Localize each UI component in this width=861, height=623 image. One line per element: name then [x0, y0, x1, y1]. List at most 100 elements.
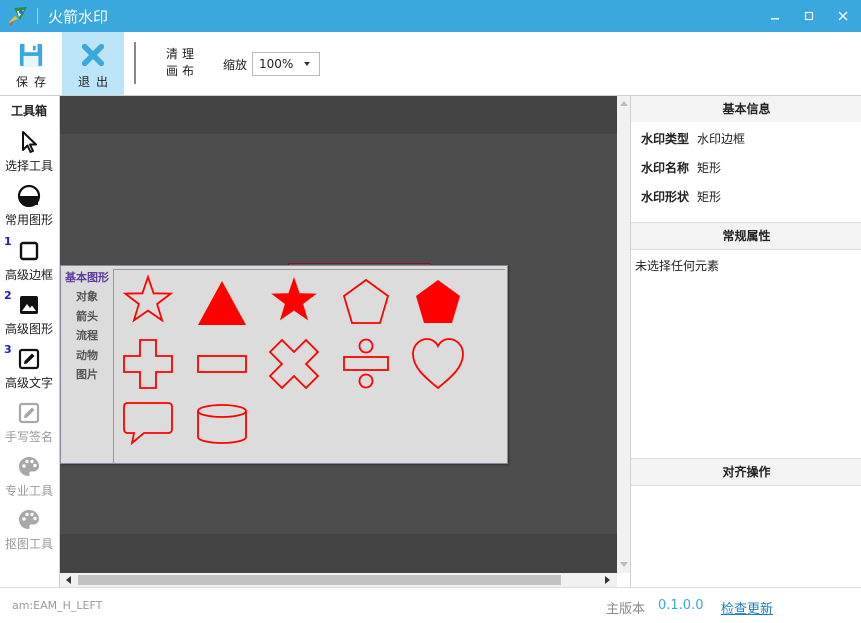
canvas-margin-bottom	[60, 534, 617, 573]
triangle-filled-icon[interactable]	[194, 273, 250, 329]
prop-label: 水印形状	[641, 190, 690, 204]
clear-canvas-label-1: 清理	[165, 47, 198, 61]
palette-icon	[19, 457, 39, 476]
scroll-right-icon[interactable]	[605, 576, 610, 584]
palette-icon	[19, 510, 39, 529]
toolbar: 保存 退出 清理 画布 缩放 100%	[0, 32, 861, 96]
section-divider	[631, 249, 861, 250]
basic-info-header: 基本信息	[631, 96, 861, 122]
maximize-icon	[804, 11, 814, 21]
image-icon	[20, 296, 38, 314]
chevron-down-icon	[304, 62, 310, 66]
status-message: am:EAM_H_LEFT	[12, 599, 103, 612]
tool-label: 选择工具	[4, 159, 53, 173]
signature-icon	[18, 402, 40, 424]
properties-panel: 基本信息 水印类型 水印边框 水印名称 矩形 水印形状 矩形 常规属性 未选择任何元素…	[630, 96, 861, 587]
canvas-margin-top	[60, 96, 617, 134]
tool-shortcut-number: 1	[4, 235, 12, 248]
app-logo-icon	[8, 7, 27, 26]
exit-label: 退出	[77, 75, 114, 89]
category-basic-shapes[interactable]: 基本图形	[61, 269, 113, 285]
category-objects[interactable]: 对象	[61, 288, 113, 304]
save-label: 保存	[15, 75, 52, 89]
exit-button[interactable]: 退出	[62, 32, 124, 95]
window-title: 火箭水印	[48, 8, 109, 26]
section-divider	[631, 485, 861, 486]
general-properties-header: 常规属性	[631, 223, 861, 249]
save-button[interactable]: 保存	[0, 32, 62, 95]
tool-cutout[interactable]: 抠图工具	[0, 508, 58, 558]
zoom-select[interactable]: 100%	[252, 52, 320, 76]
prop-watermark-type: 水印类型 水印边框	[641, 130, 745, 147]
pentagon-filled-icon[interactable]	[410, 273, 466, 329]
tool-label: 常用图形	[4, 213, 53, 227]
prop-value: 矩形	[697, 161, 722, 175]
minimize-icon	[771, 18, 779, 20]
prop-label: 水印类型	[641, 132, 690, 146]
toolbar-divider	[134, 42, 136, 84]
status-bar: am:EAM_H_LEFT 主版本 0.1.0.0 检查更新	[0, 587, 861, 623]
cursor-icon	[22, 131, 37, 153]
tool-label: 高级图形	[4, 322, 53, 336]
star-filled-icon[interactable]	[266, 273, 322, 329]
scrollbar-thumb[interactable]	[78, 575, 561, 585]
close-button[interactable]	[832, 6, 854, 26]
clear-canvas-label-2: 画布	[165, 64, 198, 78]
minus-outline-icon[interactable]	[194, 336, 250, 392]
tool-common-shapes[interactable]: 常用图形	[0, 184, 58, 234]
zoom-label: 缩放	[223, 58, 248, 72]
tool-advanced-text[interactable]: 3 高级文字	[0, 343, 58, 397]
speech-bubble-outline-icon[interactable]	[120, 399, 176, 455]
tool-select[interactable]: 选择工具	[0, 130, 58, 180]
x-outline-icon[interactable]	[266, 336, 322, 392]
scroll-up-icon[interactable]	[620, 101, 628, 106]
cross-outline-icon[interactable]	[120, 336, 176, 392]
align-operations-header: 对齐操作	[631, 459, 861, 485]
cylinder-outline-icon[interactable]	[194, 399, 250, 455]
tool-shortcut-number: 2	[4, 289, 12, 302]
tool-handwritten-signature[interactable]: 手写签名	[0, 401, 58, 451]
divide-outline-icon[interactable]	[338, 336, 394, 392]
shape-grid	[113, 269, 505, 463]
close-icon	[838, 11, 848, 21]
scroll-down-icon[interactable]	[620, 562, 628, 567]
pentagon-outline-icon[interactable]	[338, 273, 394, 329]
clear-canvas-button[interactable]: 清理 画布	[160, 46, 204, 80]
zoom-value: 100%	[259, 57, 294, 71]
category-animals[interactable]: 动物	[61, 347, 113, 363]
tool-label: 抠图工具	[4, 537, 53, 551]
save-icon	[19, 43, 43, 67]
border-icon	[19, 241, 39, 261]
category-arrows[interactable]: 箭头	[61, 308, 113, 324]
toolbox-sidebar: 工具箱 选择工具 常用图形 1 高级边框 2 高级图形 3 高级文字 手写签名 …	[0, 96, 60, 587]
shape-icon	[17, 184, 41, 208]
tool-label: 高级文字	[4, 376, 53, 390]
version-label: 主版本	[606, 602, 646, 617]
check-update-link[interactable]: 检查更新	[721, 598, 773, 617]
toolbox-title: 工具箱	[10, 104, 47, 118]
shape-category-list: 基本图形 对象 箭头 流程 动物 图片	[61, 266, 113, 463]
tool-professional[interactable]: 专业工具	[0, 455, 58, 505]
version-number: 0.1.0.0	[658, 598, 704, 613]
heart-outline-icon[interactable]	[410, 336, 466, 392]
edit-icon	[18, 348, 40, 370]
tool-advanced-border[interactable]: 1 高级边框	[0, 235, 58, 289]
tool-label: 专业工具	[4, 484, 53, 498]
horizontal-scrollbar[interactable]	[60, 573, 617, 587]
tool-advanced-image[interactable]: 2 高级图形	[0, 289, 58, 343]
scroll-left-icon[interactable]	[66, 576, 71, 584]
star-outline-icon[interactable]	[120, 273, 176, 329]
maximize-button[interactable]	[798, 6, 820, 26]
shape-picker-panel: 基本图形 对象 箭头 流程 动物 图片	[60, 265, 508, 464]
prop-value: 矩形	[697, 190, 722, 204]
category-flowchart[interactable]: 流程	[61, 327, 113, 343]
prop-label: 水印名称	[641, 161, 690, 175]
prop-value: 水印边框	[697, 132, 746, 146]
vertical-scrollbar[interactable]	[617, 96, 630, 573]
minimize-button[interactable]	[764, 6, 786, 26]
prop-watermark-shape: 水印形状 矩形	[641, 188, 721, 205]
title-bar: 火箭水印	[0, 0, 861, 32]
tool-shortcut-number: 3	[4, 343, 12, 356]
prop-watermark-name: 水印名称 矩形	[641, 159, 721, 176]
category-pictures[interactable]: 图片	[61, 366, 113, 382]
